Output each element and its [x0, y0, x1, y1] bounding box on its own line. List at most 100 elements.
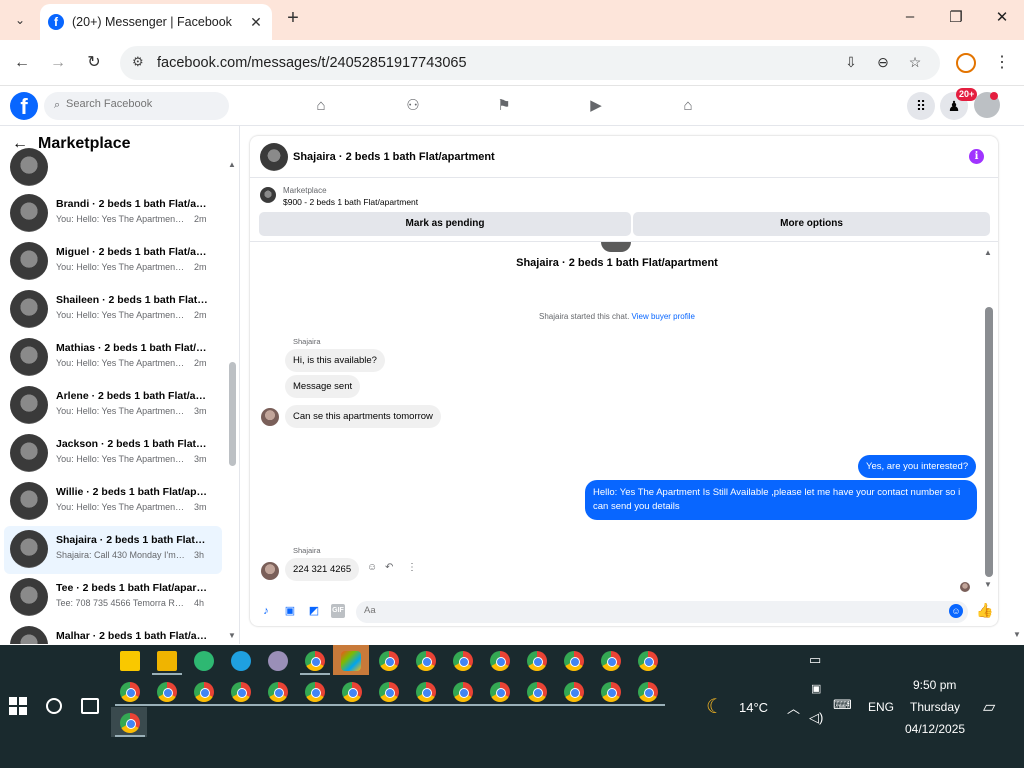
clock-date[interactable]: 04/12/2025: [905, 722, 965, 736]
chevron-up-icon[interactable]: ︿: [787, 698, 800, 717]
reload-icon[interactable]: ↻: [82, 51, 106, 75]
incoming-message[interactable]: Hi, is this available?: [285, 349, 385, 372]
back-icon[interactable]: ←: [10, 51, 34, 75]
message-input[interactable]: [364, 605, 934, 616]
sticky-notes-icon[interactable]: [120, 651, 140, 671]
scroll-down-icon[interactable]: ▼: [984, 580, 992, 589]
chrome-icon[interactable]: [564, 651, 584, 671]
chrome-icon[interactable]: [453, 682, 473, 702]
windows-start-icon[interactable]: [9, 697, 27, 715]
chrome-icon[interactable]: [490, 682, 510, 702]
conversation-item[interactable]: Malhar · 2 beds 1 bath Flat/apartmentMal…: [4, 622, 222, 644]
input-language[interactable]: ENG: [868, 700, 894, 714]
emoji-icon[interactable]: ☺: [949, 604, 963, 618]
message-input-box[interactable]: [356, 601, 968, 623]
bookmark-star-icon[interactable]: ☆: [906, 54, 924, 72]
app-qo-icon[interactable]: [194, 651, 214, 671]
profile-icon[interactable]: [956, 53, 976, 73]
close-tab-icon[interactable]: ✕: [248, 14, 264, 31]
chrome-icon[interactable]: [157, 682, 177, 702]
maximize-button[interactable]: ❐: [942, 8, 970, 32]
notifications-center-icon[interactable]: ▱: [983, 697, 995, 717]
paint-icon[interactable]: [268, 651, 288, 671]
like-thumb-icon[interactable]: 👍: [976, 602, 993, 619]
install-app-icon[interactable]: ⇩: [842, 54, 860, 72]
weather-moon-icon[interactable]: ☾: [706, 694, 724, 719]
chrome-icon[interactable]: [231, 682, 251, 702]
chrome-icon[interactable]: [564, 682, 584, 702]
conversation-item[interactable]: Jackson · 2 beds 1 bath Flat/apartment Yo…: [4, 430, 222, 478]
volume-icon[interactable]: ◁): [809, 710, 823, 726]
new-tab-button[interactable]: +: [282, 8, 304, 30]
url-text[interactable]: facebook.com/messages/t/2405285191774306…: [157, 55, 467, 71]
chrome-icon[interactable]: [120, 682, 140, 702]
chrome-icon[interactable]: [342, 682, 362, 702]
home-icon[interactable]: ⌂: [309, 94, 333, 118]
friends-icon[interactable]: ⚇: [401, 94, 425, 118]
conversation-item[interactable]: Willie · 2 beds 1 bath Flat/apartment You…: [4, 478, 222, 526]
conversation-item[interactable]: Tee · 2 beds 1 bath Flat/apartment Tee: 7…: [4, 574, 222, 622]
network-device-icon[interactable]: ▭: [809, 652, 821, 668]
weather-temperature[interactable]: 14°C: [739, 700, 768, 715]
chrome-icon[interactable]: [453, 651, 473, 671]
chat-scrollbar[interactable]: [985, 307, 993, 577]
chrome-icon[interactable]: [305, 682, 325, 702]
scroll-up-icon[interactable]: ▲: [228, 160, 236, 169]
conversation-item[interactable]: Miguel · 2 beds 1 bath Flat/apartment You…: [4, 238, 222, 286]
chat-title[interactable]: Shajaira · 2 beds 1 bath Flat/apartment: [293, 151, 495, 163]
chrome-icon[interactable]: [527, 682, 547, 702]
close-window-button[interactable]: ✕: [988, 8, 1016, 32]
incoming-message[interactable]: Can se this apartments tomorrow: [285, 405, 441, 428]
outgoing-message[interactable]: Hello: Yes The Apartment Is Still Availa…: [585, 480, 977, 520]
chrome-icon[interactable]: [379, 682, 399, 702]
sender-avatar[interactable]: [261, 562, 279, 580]
more-actions-icon[interactable]: ⋮: [407, 562, 417, 573]
browser-tab[interactable]: f (20+) Messenger | Facebook ✕: [40, 4, 272, 40]
copilot-icon[interactable]: [341, 651, 361, 671]
more-options-button[interactable]: More options: [633, 212, 990, 236]
chrome-icon[interactable]: [416, 682, 436, 702]
chrome-icon[interactable]: [268, 682, 288, 702]
incoming-message[interactable]: 224 321 4265: [285, 558, 360, 581]
forward-icon[interactable]: →: [46, 51, 70, 75]
search-input[interactable]: [66, 98, 216, 110]
chrome-icon[interactable]: [527, 651, 547, 671]
info-icon[interactable]: i: [969, 149, 984, 164]
menu-grid-icon[interactable]: ⠿: [907, 92, 935, 120]
taskbar-search-icon[interactable]: [46, 698, 62, 714]
facebook-logo[interactable]: f: [10, 92, 38, 120]
site-info-icon[interactable]: ⚙: [132, 54, 150, 72]
video-icon[interactable]: ▶: [584, 94, 608, 118]
chrome-icon[interactable]: [638, 651, 658, 671]
view-buyer-profile-link[interactable]: View buyer profile: [632, 312, 695, 321]
gallery-icon[interactable]: ▣: [283, 604, 297, 618]
file-explorer-icon[interactable]: [157, 651, 177, 671]
conversation-item[interactable]: Brandi · 2 beds 1 bath Flat/apartment You…: [4, 190, 222, 238]
page-scroll-down-icon[interactable]: ▼: [1013, 630, 1021, 639]
chrome-menu-icon[interactable]: ⋮: [994, 52, 1010, 74]
conversation-item[interactable]: Arlene · 2 beds 1 bath Flat/apartment You…: [4, 382, 222, 430]
chrome-icon[interactable]: [416, 651, 436, 671]
microphone-icon[interactable]: ♪: [259, 604, 273, 618]
conversation-item[interactable]: Shaileen · 2 beds 1 bath Flat/apartment Y…: [4, 286, 222, 334]
zoom-icon[interactable]: ⊖: [874, 54, 892, 72]
chrome-icon[interactable]: [120, 713, 140, 733]
marketplace-icon[interactable]: ⌂: [676, 94, 700, 118]
minimize-button[interactable]: –: [896, 8, 924, 32]
chrome-icon[interactable]: [490, 651, 510, 671]
scroll-down-icon[interactable]: ▼: [228, 631, 236, 640]
chrome-icon[interactable]: [379, 651, 399, 671]
clock-day[interactable]: Thursday: [910, 700, 960, 714]
keyboard-icon[interactable]: ⌨: [833, 697, 852, 713]
conversation-item[interactable]: Shajaira · 2 beds 1 bath Flat/apartment S…: [4, 526, 222, 574]
chrome-icon[interactable]: [638, 682, 658, 702]
pages-flag-icon[interactable]: ⚑: [492, 94, 516, 118]
tab-search-icon[interactable]: ⌄: [8, 8, 32, 32]
address-bar[interactable]: ⚙ facebook.com/messages/t/24052851917743…: [120, 46, 940, 80]
gif-icon[interactable]: GIF: [331, 604, 345, 618]
edge-icon[interactable]: [231, 651, 251, 671]
chrome-icon[interactable]: [601, 651, 621, 671]
listing-thumbnail[interactable]: [260, 187, 276, 203]
chrome-icon[interactable]: [601, 682, 621, 702]
listing-title[interactable]: $900 - 2 beds 1 bath Flat/apartment: [283, 197, 418, 207]
